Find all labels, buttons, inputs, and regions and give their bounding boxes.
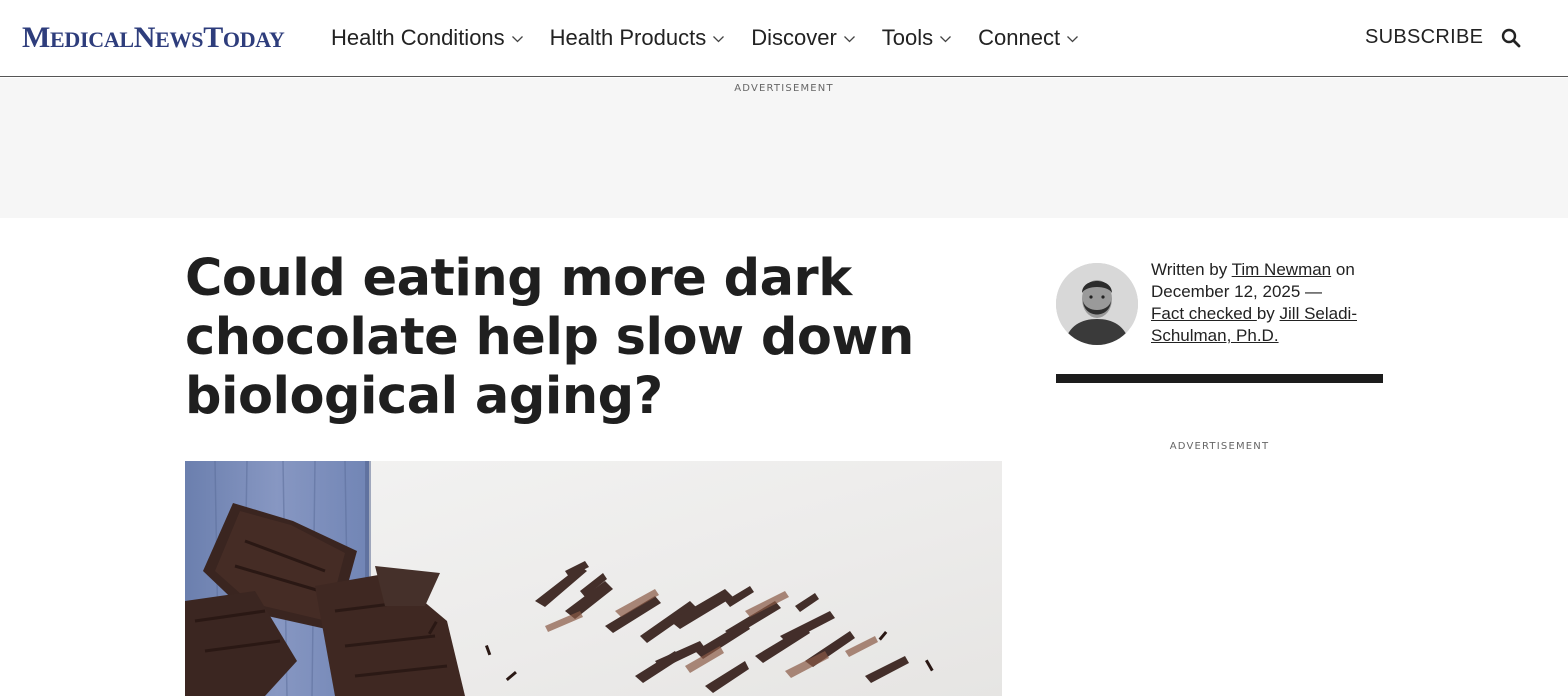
chevron-down-icon [940, 36, 952, 43]
dark-chocolate-illustration [185, 461, 1002, 696]
by-text: by [1256, 304, 1280, 323]
nav-item-label: Health Conditions [331, 25, 505, 50]
hero-image [185, 461, 1002, 696]
nav-item-connect[interactable]: Connect [978, 25, 1079, 51]
ad-label: ADVERTISEMENT [1169, 441, 1270, 452]
subscribe-button[interactable]: SUBSCRIBE [1365, 26, 1483, 49]
publish-date: December 12, 2025 — [1151, 282, 1323, 301]
nav-item-label: Health Products [549, 25, 707, 50]
author-link[interactable]: Tim Newman [1232, 260, 1332, 279]
main-nav: Health Conditions Health Products Discov… [331, 24, 1105, 52]
fact-checked-link[interactable]: Fact checked [1151, 304, 1257, 323]
logo-text-oday: ODAY [222, 27, 285, 52]
logo-text-edical: EDICAL [50, 27, 134, 52]
chevron-down-icon [1067, 36, 1079, 43]
sidebar-ad-slot: ADVERTISEMENT [1056, 441, 1383, 452]
nav-item-label: Connect [978, 25, 1061, 50]
nav-item-label: Tools [881, 25, 934, 50]
chevron-down-icon [713, 36, 725, 43]
search-icon[interactable] [1501, 28, 1521, 48]
nav-item-health-conditions[interactable]: Health Conditions [331, 25, 524, 51]
on-text: on [1331, 260, 1355, 279]
logo-text-ews: EWS [155, 27, 204, 52]
nav-item-tools[interactable]: Tools [882, 25, 952, 51]
logo-letter-t: T [203, 21, 223, 54]
author-avatar[interactable] [1056, 263, 1138, 345]
chevron-down-icon [511, 36, 523, 43]
article-headline: Could eating more dark chocolate help sl… [185, 249, 914, 426]
logo-letter-m: M [22, 21, 51, 54]
site-logo[interactable]: MEDICALNEWSTODAY [22, 21, 285, 54]
chevron-down-icon [843, 36, 855, 43]
top-ad-slot: ADVERTISEMENT [0, 78, 1568, 218]
nav-item-label: Discover [751, 25, 837, 50]
nav-item-discover[interactable]: Discover [751, 25, 856, 51]
sidebar-divider [1056, 374, 1383, 383]
nav-item-health-products[interactable]: Health Products [550, 25, 726, 51]
written-by-text: Written by [1151, 260, 1232, 279]
article-byline: Written by Tim Newman on December 12, 20… [1151, 259, 1386, 347]
author-photo [1056, 263, 1138, 345]
logo-letter-n: N [133, 21, 156, 54]
site-header: MEDICALNEWSTODAY Health Conditions Healt… [0, 0, 1568, 77]
ad-label: ADVERTISEMENT [734, 83, 834, 94]
